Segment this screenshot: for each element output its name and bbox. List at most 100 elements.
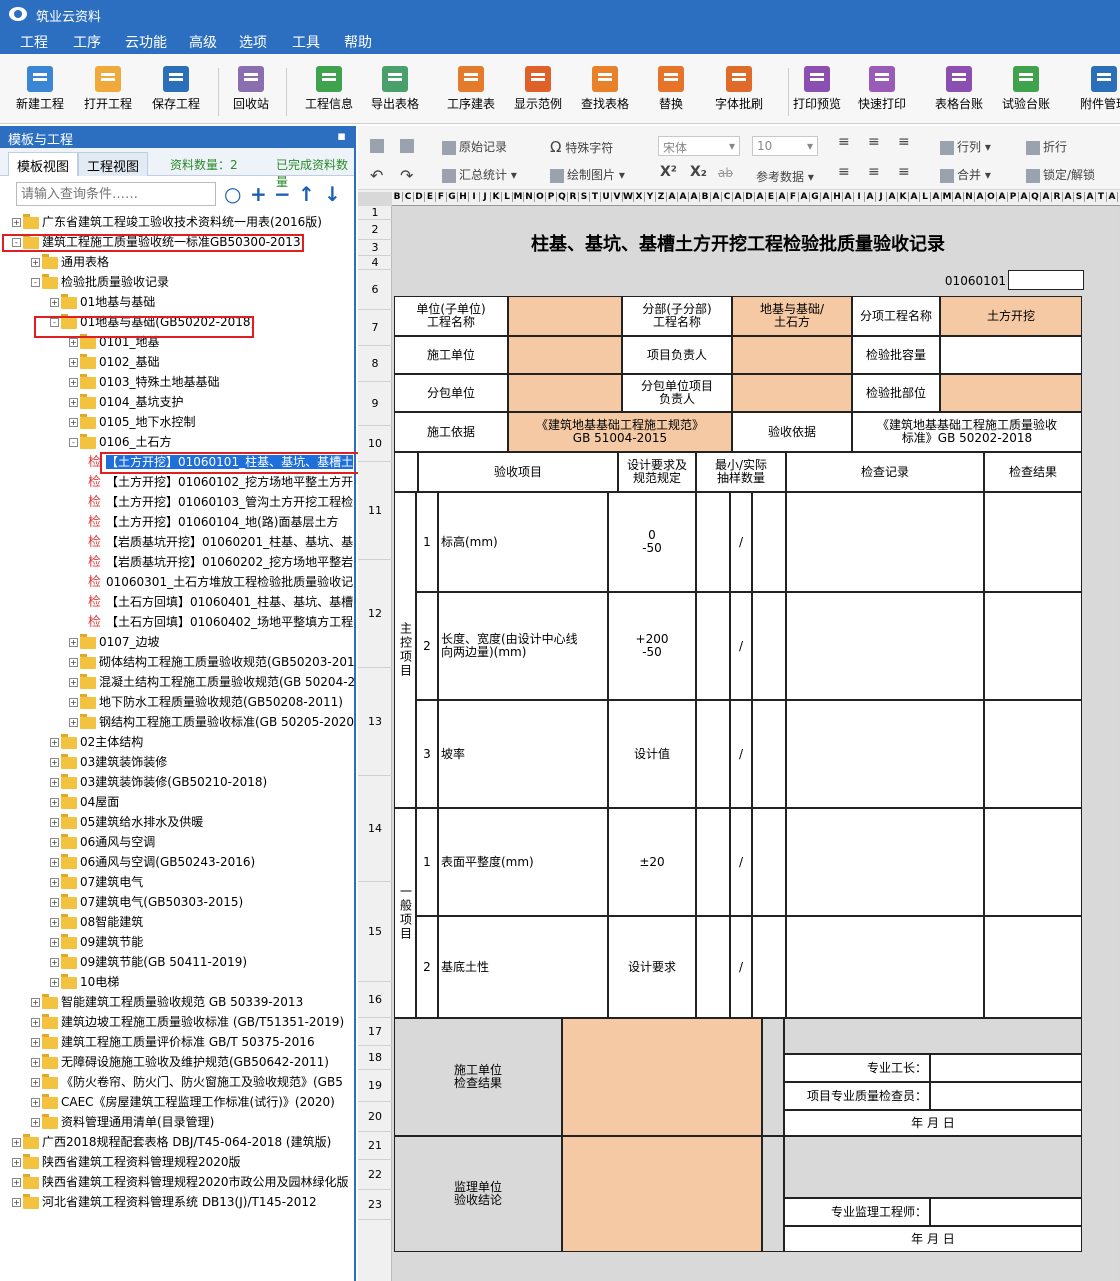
tab-project-view[interactable]: 工程视图 [78, 152, 149, 176]
expand-icon[interactable]: + [69, 698, 78, 707]
item-name-value[interactable]: 土方开挖 [940, 296, 1082, 336]
expand-icon[interactable]: + [50, 298, 59, 307]
toolbar-button-14[interactable]: 试验台账 [1000, 66, 1052, 118]
tree-node[interactable]: +07建筑电气(GB50303-2015) [50, 892, 243, 912]
tree-node[interactable]: +06通风与空调 [50, 832, 155, 852]
item-record[interactable] [786, 492, 984, 592]
toolbar-button-11[interactable]: 打印预览 [791, 66, 843, 118]
expand-icon[interactable]: + [50, 758, 59, 767]
tree-node[interactable]: 检【岩质基坑开挖】01060202_挖方场地平整岩 [88, 552, 353, 572]
expand-icon[interactable]: + [31, 1018, 40, 1027]
tree-node[interactable]: +02主体结构 [50, 732, 143, 752]
qc-sign[interactable] [930, 1082, 1082, 1110]
expand-icon[interactable]: + [69, 718, 78, 727]
minus-icon[interactable]: − [274, 182, 291, 206]
expand-icon[interactable]: + [69, 678, 78, 687]
draw-pic-button[interactable]: 绘制图片 ▾ [550, 166, 625, 183]
tree-node[interactable]: +10电梯 [50, 972, 119, 992]
tree-node[interactable]: + 资料管理通用清单(目录管理) [31, 1112, 214, 1132]
basis-value[interactable]: 《建筑地基基础工程施工规范》 GB 51004-2015 [508, 412, 732, 452]
tree-node[interactable]: 检【岩质基坑开挖】01060201_柱基、基坑、基 [88, 532, 353, 552]
item-sample-min[interactable] [696, 592, 730, 700]
toolbar-button-5[interactable]: 导出表格 [369, 66, 421, 118]
expand-icon[interactable]: + [12, 1158, 21, 1167]
supervisor-concl-area[interactable] [562, 1136, 762, 1252]
constructor-check-area[interactable] [562, 1018, 762, 1136]
tree-node[interactable]: + 广西2018规程配套表格 DBJ/T45-064-2018 (建筑版) [12, 1132, 331, 1152]
superscript-icon[interactable]: X² [660, 164, 677, 180]
tree-node[interactable]: 检【土方开挖】01060103_管沟土方开挖工程检 [88, 492, 353, 512]
tree-node[interactable]: 检【土石方回填】01060401_柱基、基坑、基槽 [88, 592, 353, 612]
expand-icon[interactable]: + [69, 398, 78, 407]
item-sample-min[interactable] [696, 700, 730, 808]
item-result[interactable] [984, 808, 1082, 916]
tree-node[interactable]: +01地基与基础 [50, 292, 155, 312]
expand-icon[interactable]: + [50, 738, 59, 747]
constructor-value[interactable] [508, 336, 622, 374]
lock-button[interactable]: 锁定/解锁 [1026, 166, 1095, 183]
align-top-icon[interactable]: ≡ [838, 134, 850, 150]
toolbar-button-9[interactable]: 替换 [656, 66, 686, 118]
expand-icon[interactable]: + [31, 1118, 40, 1127]
tree-node[interactable]: +0102_基础 [69, 352, 160, 372]
expand-icon[interactable]: + [50, 798, 59, 807]
subscript-icon[interactable]: X₂ [690, 164, 707, 180]
expand-icon[interactable]: + [50, 978, 59, 987]
menu-tools[interactable]: 工具 [292, 32, 320, 52]
toolbar-button-2[interactable]: 保存工程 [150, 66, 202, 118]
expand-icon[interactable]: + [31, 1038, 40, 1047]
tree-node[interactable]: +07建筑电气 [50, 872, 143, 892]
align-middle-icon[interactable]: ≡ [868, 134, 880, 150]
tree-node[interactable]: + 《防火卷帘、防火门、防火窗施工及验收规范》(GB5 [31, 1072, 343, 1092]
collapse-icon[interactable]: - [31, 278, 40, 287]
item-sample-actual[interactable] [752, 592, 786, 700]
expand-icon[interactable]: + [50, 818, 59, 827]
font-select[interactable]: 宋体 ▾ [658, 136, 740, 156]
accept-basis-value[interactable]: 《建筑地基基础工程施工质量验收 标准》GB 50202-2018 [852, 412, 1082, 452]
tree-node[interactable]: - 0106_土石方 [69, 432, 172, 452]
original-record-button[interactable]: 原始记录 [442, 138, 507, 155]
batch-loc-value[interactable] [940, 374, 1082, 412]
tree-node[interactable]: + 钢结构工程施工质量验收标准(GB 50205-2020 [69, 712, 354, 732]
tree-node[interactable]: +06通风与空调(GB50243-2016) [50, 852, 255, 872]
toolbar-button-13[interactable]: 表格台账 [933, 66, 985, 118]
pin-icon[interactable]: ▪ [337, 129, 346, 144]
menu-options[interactable]: 选项 [239, 32, 267, 52]
menu-project[interactable]: 工程 [20, 32, 48, 52]
ref-data-button[interactable]: 参考数据 ▾ [756, 168, 814, 185]
search-icon[interactable]: ○ [224, 182, 241, 206]
expand-icon[interactable]: + [31, 998, 40, 1007]
toolbar-button-6[interactable]: 工序建表 [445, 66, 497, 118]
expand-icon[interactable]: + [69, 418, 78, 427]
toolbar-button-10[interactable]: 字体批刷 [713, 66, 765, 118]
expand-icon[interactable]: + [50, 918, 59, 927]
tree-node[interactable]: + 河北省建筑工程资料管理系统 DB13(J)/T145-2012 [12, 1192, 317, 1212]
menu-help[interactable]: 帮助 [344, 32, 372, 52]
item-result[interactable] [984, 916, 1082, 1018]
supervisor-eng-sign[interactable] [930, 1198, 1082, 1226]
tree-node[interactable]: + 陕西省建筑工程资料管理规程2020市政公用及园林绿化版 [12, 1172, 349, 1192]
tree-node[interactable]: +03建筑装饰装修 [50, 752, 167, 772]
tree-node[interactable]: +09建筑节能(GB 50411-2019) [50, 952, 247, 972]
item-sample-actual[interactable] [752, 916, 786, 1018]
tree-node[interactable]: + 智能建筑工程质量验收规范 GB 50339-2013 [31, 992, 303, 1012]
code-input[interactable] [1008, 270, 1084, 290]
item-sample-actual[interactable] [752, 492, 786, 592]
pm-value[interactable] [732, 336, 852, 374]
redo-icon[interactable]: ↷ [400, 166, 413, 185]
expand-icon[interactable]: + [12, 1198, 21, 1207]
expand-icon[interactable]: + [69, 638, 78, 647]
item-record[interactable] [786, 700, 984, 808]
arrow-down-icon[interactable]: ↓ [324, 182, 341, 206]
sub-pm-value[interactable] [732, 374, 852, 412]
toolbar-button-7[interactable]: 显示范例 [512, 66, 564, 118]
tree-node[interactable]: +0104_基坑支护 [69, 392, 184, 412]
item-record[interactable] [786, 808, 984, 916]
tree-node[interactable]: + 地下防水工程质量验收规范(GB50208-2011) [69, 692, 343, 712]
expand-icon[interactable]: + [50, 878, 59, 887]
tree-node[interactable]: + 陕西省建筑工程资料管理规程2020版 [12, 1152, 241, 1172]
add-icon[interactable]: + [250, 182, 267, 206]
expand-icon[interactable]: + [50, 838, 59, 847]
tree-node[interactable]: 检 01060301_土石方堆放工程检验批质量验收记 [88, 572, 353, 592]
tree-node[interactable]: +08智能建筑 [50, 912, 143, 932]
